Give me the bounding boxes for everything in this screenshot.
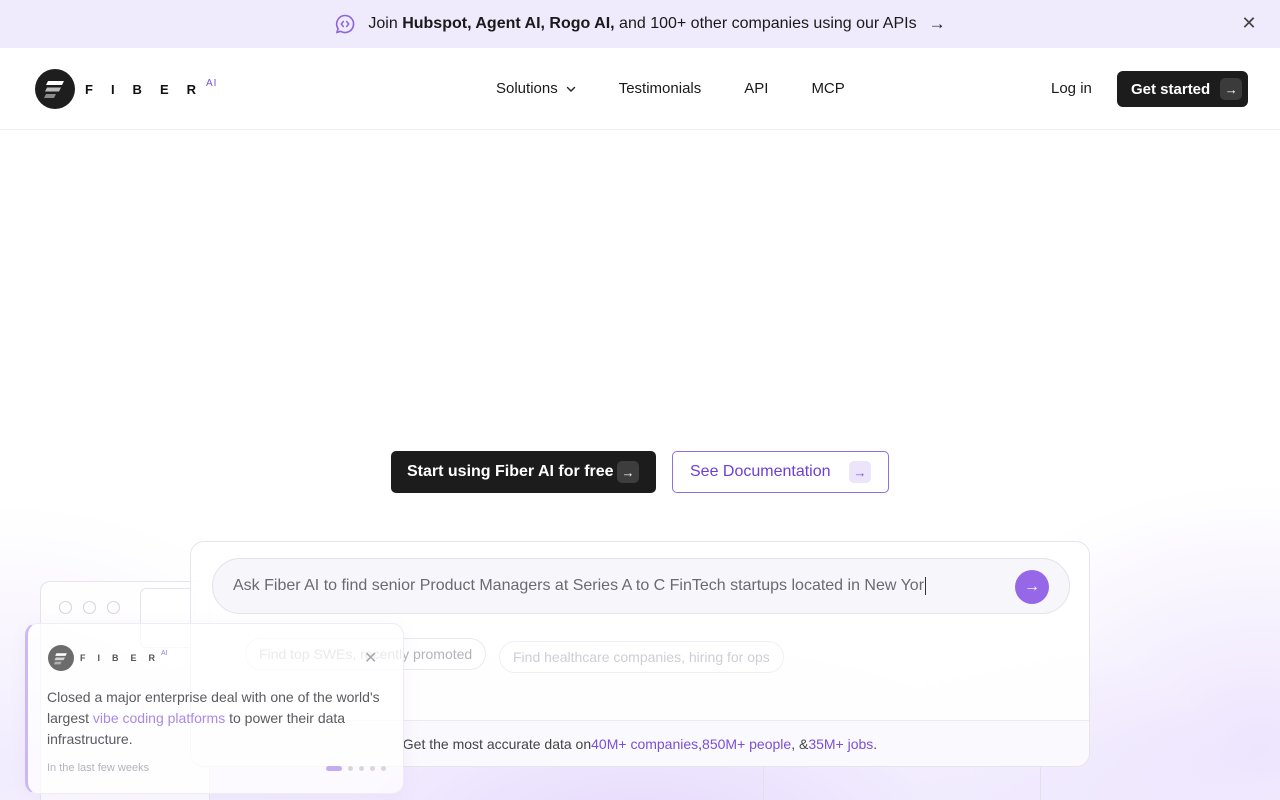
nav-solutions-label: Solutions	[496, 80, 558, 97]
nav-api[interactable]: API	[744, 80, 768, 97]
pager-dot[interactable]	[381, 766, 386, 771]
ask-fiber-input[interactable]: Ask Fiber AI to find senior Product Mana…	[212, 558, 1070, 614]
pager-dot[interactable]	[348, 766, 353, 771]
pager-dot[interactable]	[370, 766, 375, 771]
announcement-companies: Hubspot, Agent AI, Rogo AI,	[402, 15, 615, 32]
testimonial-brand-sup: AI	[161, 649, 168, 657]
arrow-right-icon: →	[1220, 78, 1243, 100]
fiber-ai-logo[interactable]: FIBER AI	[35, 69, 217, 109]
pager-active-dot[interactable]	[326, 766, 342, 771]
testimonial-highlight: vibe coding platforms	[92, 710, 226, 726]
nav-mcp[interactable]: MCP	[811, 80, 844, 97]
submit-search-button[interactable]: →	[1015, 570, 1049, 604]
testimonial-text: Closed a major enterprise deal with one …	[47, 687, 397, 750]
stats-end: .	[873, 735, 878, 752]
fiber-logo-mark-icon	[35, 69, 75, 109]
pager-dot[interactable]	[359, 766, 364, 771]
announcement-text[interactable]: Join Hubspot, Agent AI, Rogo AI, and 100…	[368, 15, 916, 33]
stat-companies: 40M+ companies	[591, 735, 699, 752]
testimonial-brand-name: FIBER	[80, 653, 167, 663]
chevron-down-icon	[566, 86, 575, 92]
get-started-label: Get started	[1131, 80, 1211, 98]
arrow-right-icon: →	[849, 461, 871, 483]
window-dot-icon	[59, 601, 72, 614]
close-icon[interactable]: ✕	[364, 648, 377, 668]
testimonial-logo: FIBER AI	[48, 645, 168, 671]
brand-sup: AI	[206, 77, 218, 89]
fiber-logo-mark-icon	[48, 645, 74, 671]
window-dot-icon	[107, 601, 120, 614]
ask-fiber-input-text: Ask Fiber AI to find senior Product Mana…	[233, 577, 925, 594]
arrow-right-icon: →	[617, 461, 639, 483]
see-documentation-label: See Documentation	[690, 463, 831, 480]
arrow-right-icon: →	[1024, 578, 1040, 595]
announcement-bar: Join Hubspot, Agent AI, Rogo AI, and 100…	[0, 0, 1280, 48]
nav-testimonials[interactable]: Testimonials	[619, 80, 702, 97]
stats-separator: , &	[791, 735, 809, 752]
chat-bubble-icon	[336, 14, 355, 34]
nav-solutions[interactable]: Solutions	[496, 80, 576, 97]
announcement-suffix: and 100+ other companies using our APIs	[614, 15, 917, 32]
brand-name: FIBER	[85, 81, 214, 97]
close-icon[interactable]: ✕	[1240, 14, 1258, 32]
testimonial-card[interactable]: FIBER AI ✕ Closed a major enterprise dea…	[25, 623, 404, 794]
suggestion-chip[interactable]: Find healthcare companies, hiring for op…	[499, 641, 784, 673]
announcement-prefix: Join	[368, 15, 403, 32]
login-link[interactable]: Log in	[1051, 80, 1092, 97]
stat-people: 850M+ people	[702, 735, 792, 752]
stat-jobs: 35M+ jobs	[808, 735, 874, 752]
see-documentation-button[interactable]: See Documentation →	[672, 451, 889, 493]
top-navigation: FIBER AI Solutions Testimonials API MCP …	[0, 48, 1280, 130]
start-free-label: Start using Fiber AI for free	[407, 463, 614, 480]
testimonial-timestamp: In the last few weeks	[47, 762, 150, 774]
get-started-button[interactable]: Get started →	[1117, 71, 1248, 107]
testimonial-pager	[326, 766, 386, 771]
arrow-right-icon[interactable]: →	[929, 14, 946, 34]
nav-links: Solutions Testimonials API MCP	[496, 80, 845, 97]
stats-prefix: Get the most accurate data on	[402, 735, 592, 752]
window-dot-icon	[83, 601, 96, 614]
text-caret	[925, 577, 927, 595]
start-free-button[interactable]: Start using Fiber AI for free →	[391, 451, 656, 493]
